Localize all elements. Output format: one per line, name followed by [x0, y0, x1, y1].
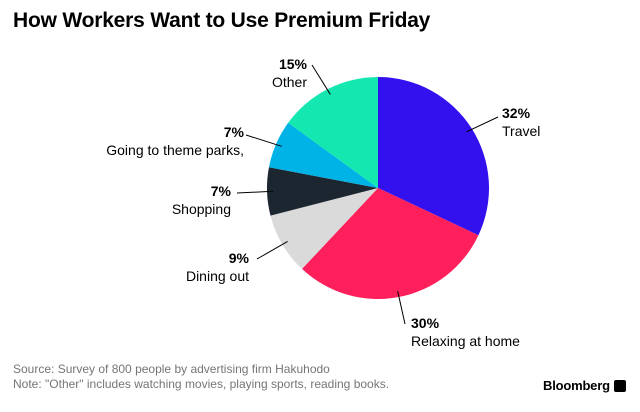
brand-icon — [614, 380, 626, 392]
pie-chart — [236, 64, 499, 325]
leader-line-dining-out — [256, 241, 288, 260]
leader-line-other — [311, 64, 331, 95]
source-note: Source: Survey of 800 people by advertis… — [13, 362, 330, 376]
other-note: Note: "Other" includes watching movies, … — [13, 377, 390, 391]
label-dining-out-value: 9% — [228, 250, 249, 266]
label-relaxing-name: Relaxing at home — [411, 333, 520, 349]
label-theme-parks-name: Going to theme parks, — [106, 142, 244, 158]
leader-line-theme-parks — [245, 134, 282, 147]
label-relaxing: 30% Relaxing at home — [411, 314, 520, 350]
label-relaxing-value: 30% — [411, 315, 440, 331]
label-theme-parks-value: 7% — [223, 124, 244, 140]
label-travel-value: 32% — [502, 105, 531, 121]
label-theme-parks: 7% Going to theme parks, — [106, 123, 244, 159]
label-travel-name: Travel — [502, 123, 541, 139]
label-shopping-name: Shopping — [171, 201, 231, 217]
chart-footer: Source: Survey of 800 people by advertis… — [13, 362, 389, 392]
label-other-name: Other — [271, 74, 307, 90]
brand-logo: Bloomberg — [543, 378, 610, 393]
leader-line-travel — [466, 116, 499, 133]
label-other-value: 15% — [278, 56, 307, 72]
label-other: 15% Other — [272, 55, 307, 91]
label-travel: 32% Travel — [502, 104, 540, 140]
label-shopping-value: 7% — [210, 183, 231, 199]
label-dining-out-name: Dining out — [185, 268, 249, 284]
label-shopping: 7% Shopping — [172, 182, 231, 218]
label-dining-out: 9% Dining out — [186, 249, 249, 285]
